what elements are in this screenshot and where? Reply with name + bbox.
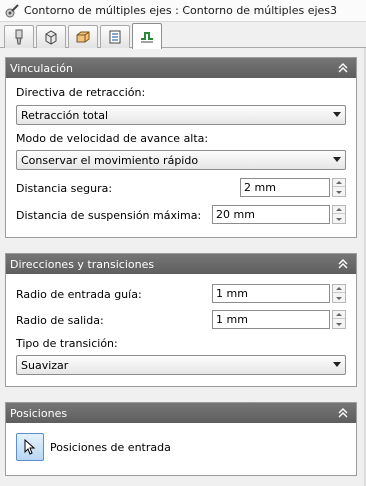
lead-in-radius-value: 1 mm — [216, 287, 248, 300]
spin-up-icon[interactable] — [333, 206, 345, 214]
retract-policy-label: Directiva de retracción: — [16, 86, 146, 99]
tab-tool[interactable] — [4, 25, 34, 48]
panel-header-posiciones[interactable]: Posiciones — [6, 403, 356, 423]
geometry-icon — [45, 30, 57, 45]
tab-linking[interactable] — [132, 23, 162, 49]
high-feed-value: Conservar el movimiento rápido — [21, 153, 199, 167]
spin-down-icon[interactable] — [333, 188, 345, 196]
retract-policy-value: Retracción total — [21, 108, 108, 122]
panel-header-vinculacion[interactable]: Vinculación — [6, 58, 356, 78]
milling-icon — [5, 3, 19, 17]
tab-strip — [0, 22, 366, 49]
title-bar: Contorno de múltiples ejes : Contorno de… — [0, 0, 366, 22]
collapse-icon[interactable] — [336, 61, 350, 75]
spin-down-icon[interactable] — [333, 320, 345, 328]
panel-vinculacion: Vinculación Directiva de retracción: Ret… — [5, 57, 357, 238]
spin-up-icon[interactable] — [333, 285, 345, 293]
entry-positions-label: Posiciones de entrada — [50, 441, 171, 454]
tab-passes[interactable] — [100, 25, 130, 48]
tab-geometry[interactable] — [36, 25, 66, 48]
heights-icon — [76, 31, 90, 43]
lead-in-radius-label: Radio de entrada guía: — [16, 288, 142, 301]
panel-title: Direcciones y transiciones — [10, 257, 155, 271]
panel-posiciones: Posiciones Posiciones de entrada — [5, 402, 357, 476]
cursor-arrow-icon — [24, 439, 36, 455]
spin-up-icon[interactable] — [333, 311, 345, 319]
max-stay-down-input[interactable]: 20 mm — [212, 205, 330, 224]
chevron-down-icon — [333, 362, 341, 367]
safe-distance-label: Distancia segura: — [16, 182, 113, 195]
collapse-icon[interactable] — [336, 406, 350, 420]
lead-out-radius-input[interactable]: 1 mm — [212, 310, 330, 329]
safe-distance-spinner[interactable] — [332, 178, 346, 197]
transition-type-value: Suavizar — [21, 358, 69, 372]
panel-header-direcciones[interactable]: Direcciones y transiciones — [6, 254, 356, 274]
lead-out-radius-label: Radio de salida: — [16, 314, 104, 327]
chevron-down-icon — [333, 112, 341, 117]
linking-icon — [141, 31, 153, 42]
max-stay-down-spinner[interactable] — [332, 205, 346, 224]
window-title: Contorno de múltiples ejes : Contorno de… — [24, 4, 338, 17]
retract-policy-select[interactable]: Retracción total — [16, 105, 346, 125]
transition-type-select[interactable]: Suavizar — [16, 355, 346, 375]
collapse-icon[interactable] — [336, 257, 350, 271]
passes-icon — [109, 30, 121, 44]
spin-down-icon[interactable] — [333, 215, 345, 223]
chevron-down-icon — [333, 157, 341, 162]
high-feed-label: Modo de velocidad de avance alta: — [16, 132, 209, 145]
lead-in-radius-spinner[interactable] — [332, 284, 346, 303]
spin-up-icon[interactable] — [333, 179, 345, 187]
max-stay-down-value: 20 mm — [216, 208, 255, 221]
panel-direcciones: Direcciones y transiciones Radio de entr… — [5, 253, 357, 387]
tool-icon — [15, 29, 23, 45]
lead-in-radius-input[interactable]: 1 mm — [212, 284, 330, 303]
lead-out-radius-value: 1 mm — [216, 313, 248, 326]
safe-distance-value: 2 mm — [244, 181, 276, 194]
high-feed-select[interactable]: Conservar el movimiento rápido — [16, 150, 346, 170]
panel-title: Posiciones — [10, 406, 68, 420]
safe-distance-input[interactable]: 2 mm — [240, 178, 330, 197]
panel-title: Vinculación — [10, 61, 73, 75]
max-stay-down-label: Distancia de suspensión máxima: — [16, 209, 202, 222]
entry-positions-button[interactable] — [16, 433, 44, 461]
spin-down-icon[interactable] — [333, 294, 345, 302]
lead-out-radius-spinner[interactable] — [332, 310, 346, 329]
transition-type-label: Tipo de transición: — [16, 337, 118, 350]
tab-heights[interactable] — [68, 25, 98, 48]
